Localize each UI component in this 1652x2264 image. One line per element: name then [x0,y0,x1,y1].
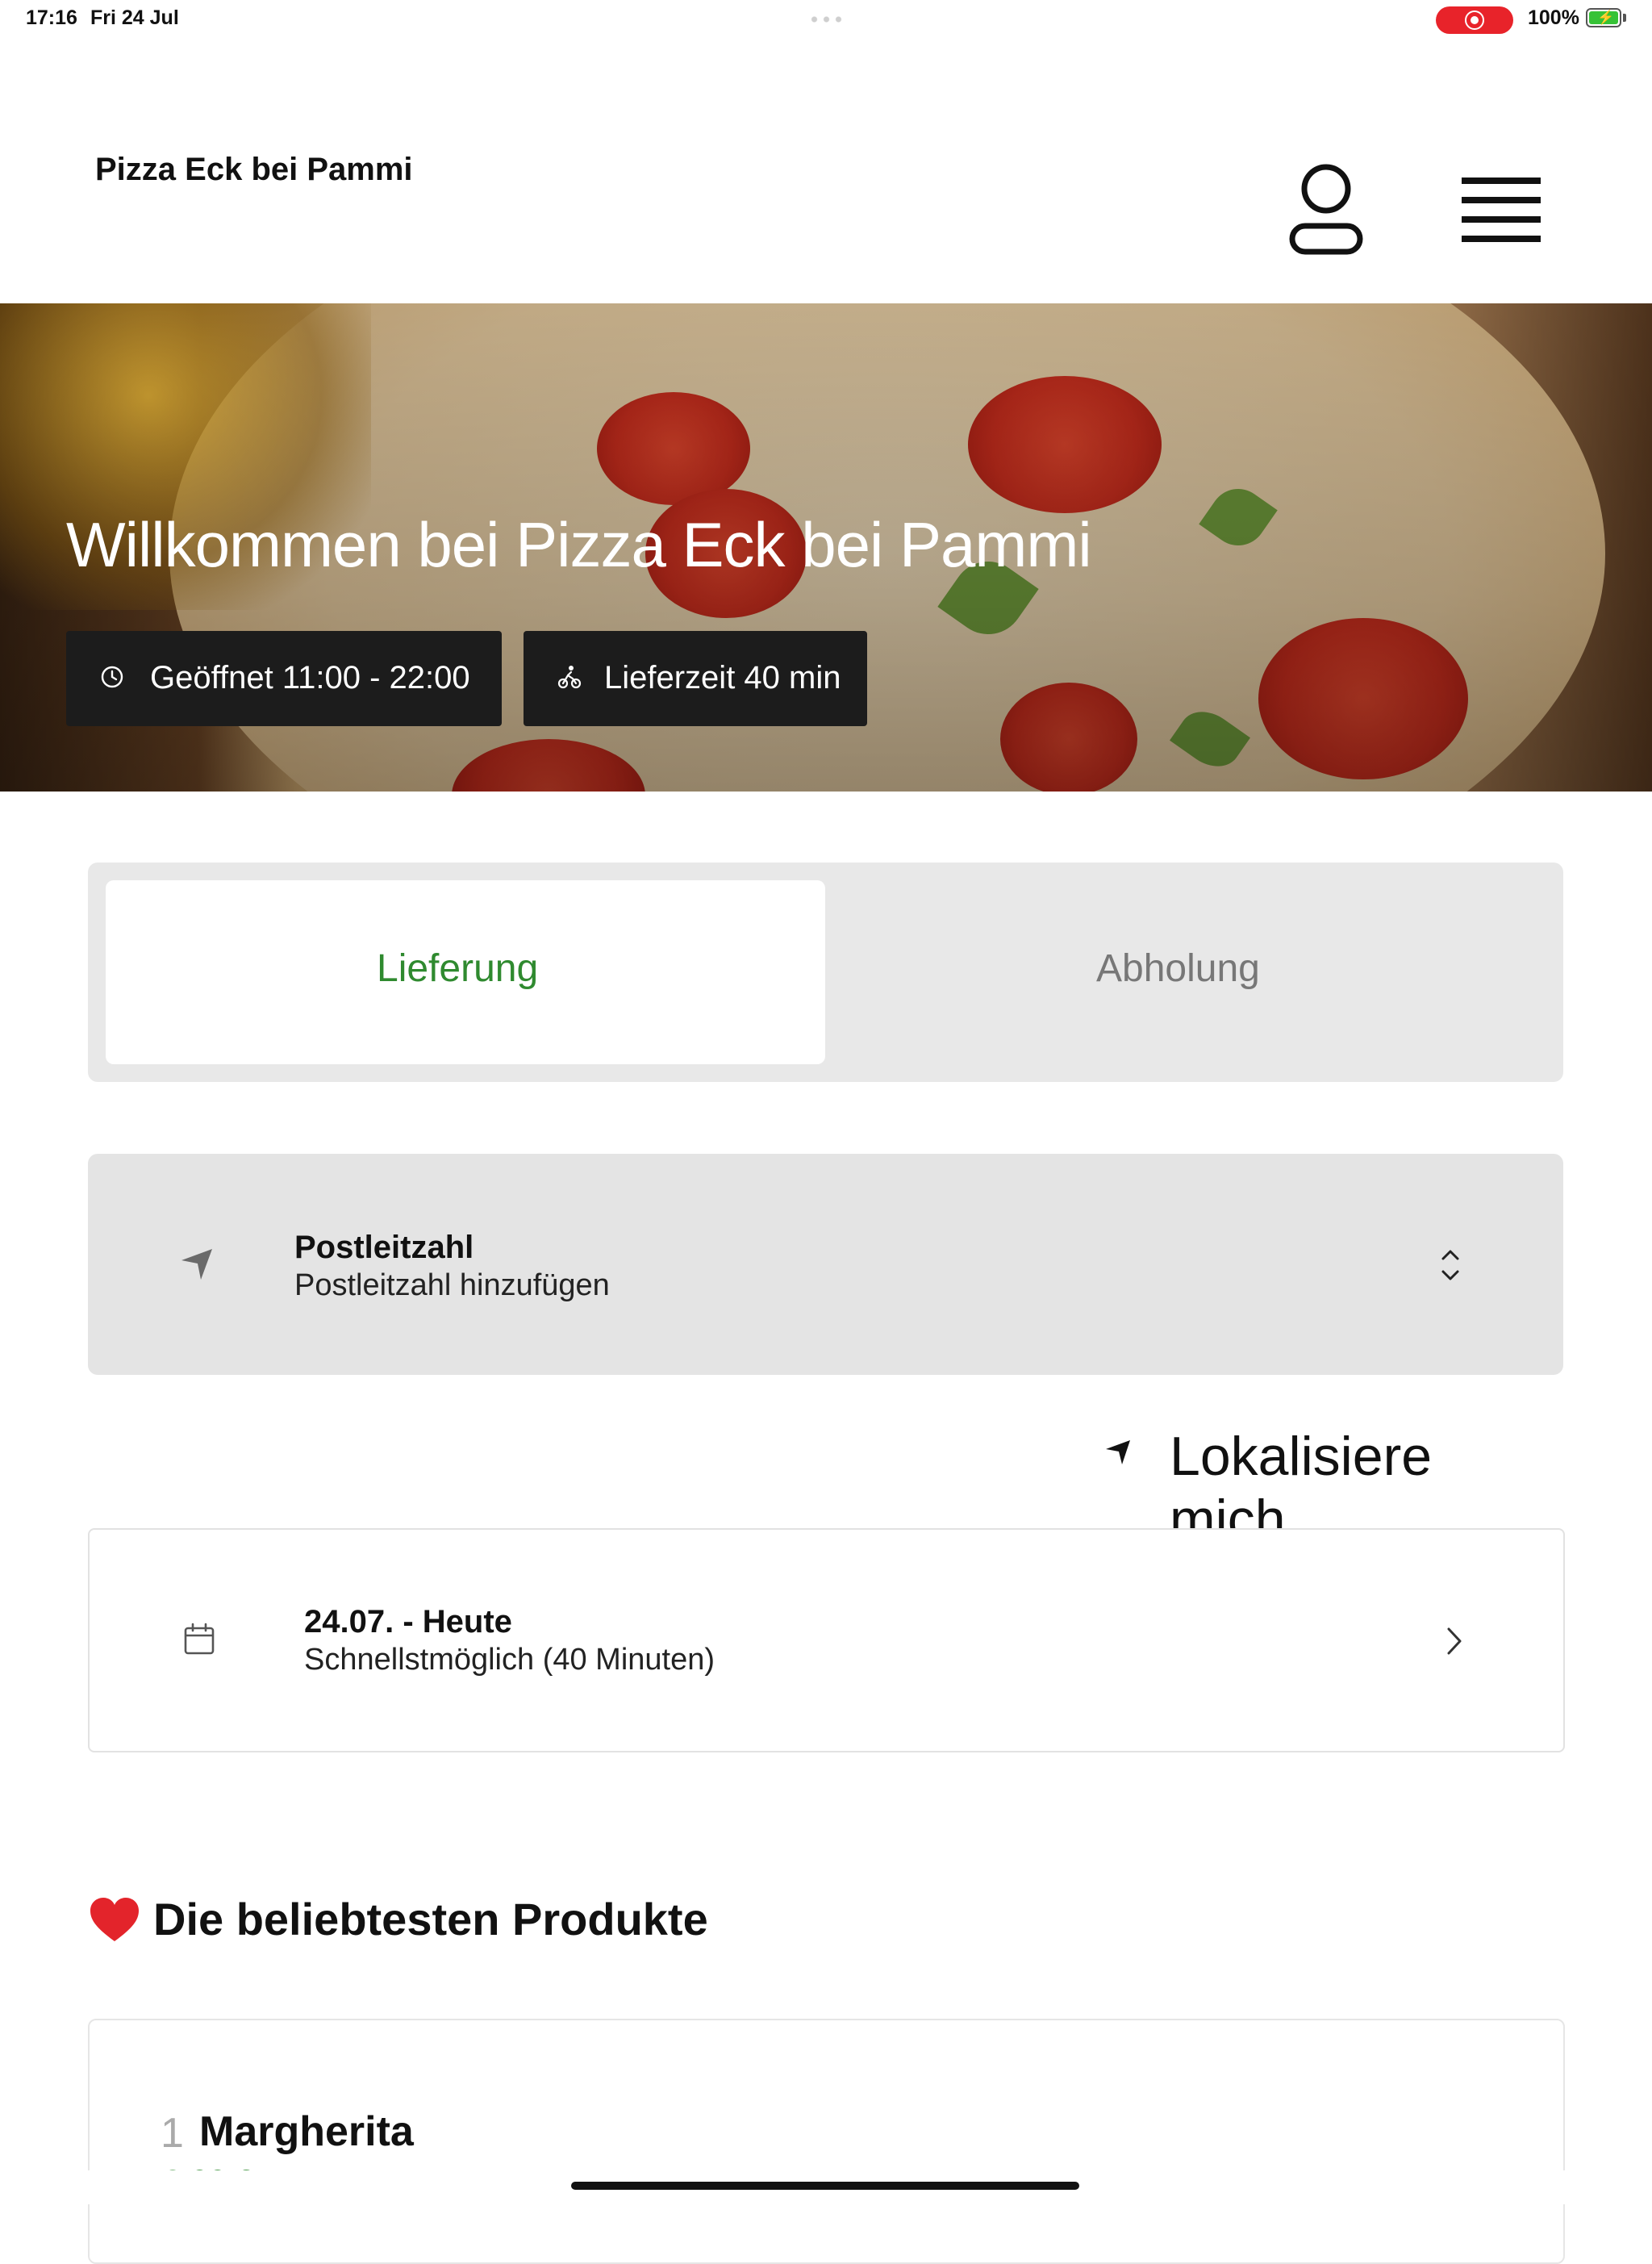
chevron-up-down-icon [1441,1250,1459,1280]
bicycle-rider-icon [557,666,582,689]
hamburger-menu-icon[interactable] [1460,174,1544,247]
delivery-time-selector[interactable]: 24.07. - Heute Schnellstmöglich (40 Minu… [88,1528,1565,1752]
chevron-right-icon [1447,1627,1462,1655]
locate-me-button[interactable]: Lokalisiere mich [1103,1420,1562,1550]
brand-name[interactable]: Pizza Eck bei Pammi [95,152,413,188]
delivery-time-label: Lieferzeit 40 min [604,660,841,695]
postcode-selector[interactable]: Postleitzahl Postleitzahl hinzufügen [88,1154,1563,1375]
status-time: 17:16 [26,6,77,29]
tab-abholung[interactable]: Abholung [1096,946,1260,991]
postcode-value: Postleitzahl hinzufügen [294,1268,610,1302]
calendar-icon [184,1623,215,1655]
battery-tip [1623,14,1626,22]
status-bar: 17:16 Fri 24 Jul 100% ⚡ [0,0,1652,39]
delivery-time-chip: Lieferzeit 40 min [524,631,867,726]
hero-title: Willkommen bei Pizza Eck bei Pammi [66,509,1092,580]
postcode-title: Postleitzahl [294,1230,474,1265]
product-name: Margherita [199,2108,414,2155]
site-header: Pizza Eck bei Pammi [0,39,1652,303]
multitasking-dots-icon[interactable] [808,16,844,23]
tab-lieferung-label[interactable]: Lieferung [377,946,538,991]
opening-hours-label: Geöffnet 11:00 - 22:00 [150,660,470,695]
battery-percentage: 100% [1528,6,1579,29]
location-arrow-icon [1106,1440,1130,1464]
popular-products-title: Die beliebtesten Produkte [153,1894,708,1944]
location-arrow-icon [181,1249,212,1280]
screen-recording-icon[interactable] [1436,6,1513,34]
delivery-time-option: Schnellstmöglich (40 Minuten) [304,1643,715,1677]
opening-hours-chip: Geöffnet 11:00 - 22:00 [66,631,502,726]
battery-icon: ⚡ [1586,8,1621,27]
status-date: Fri 24 Jul [90,6,179,29]
product-card[interactable]: 1 Margherita 8,00 € [88,2019,1565,2264]
order-mode-switch: Lieferung Abholung [88,863,1563,1082]
hero-banner: Willkommen bei Pizza Eck bei Pammi Geöff… [0,303,1652,792]
heart-icon [90,1898,139,1941]
product-rank: 1 [161,2110,184,2157]
user-account-icon[interactable] [1287,161,1365,258]
clock-icon [101,666,123,688]
home-indicator[interactable] [571,2182,1079,2190]
delivery-date: 24.07. - Heute [304,1604,512,1640]
